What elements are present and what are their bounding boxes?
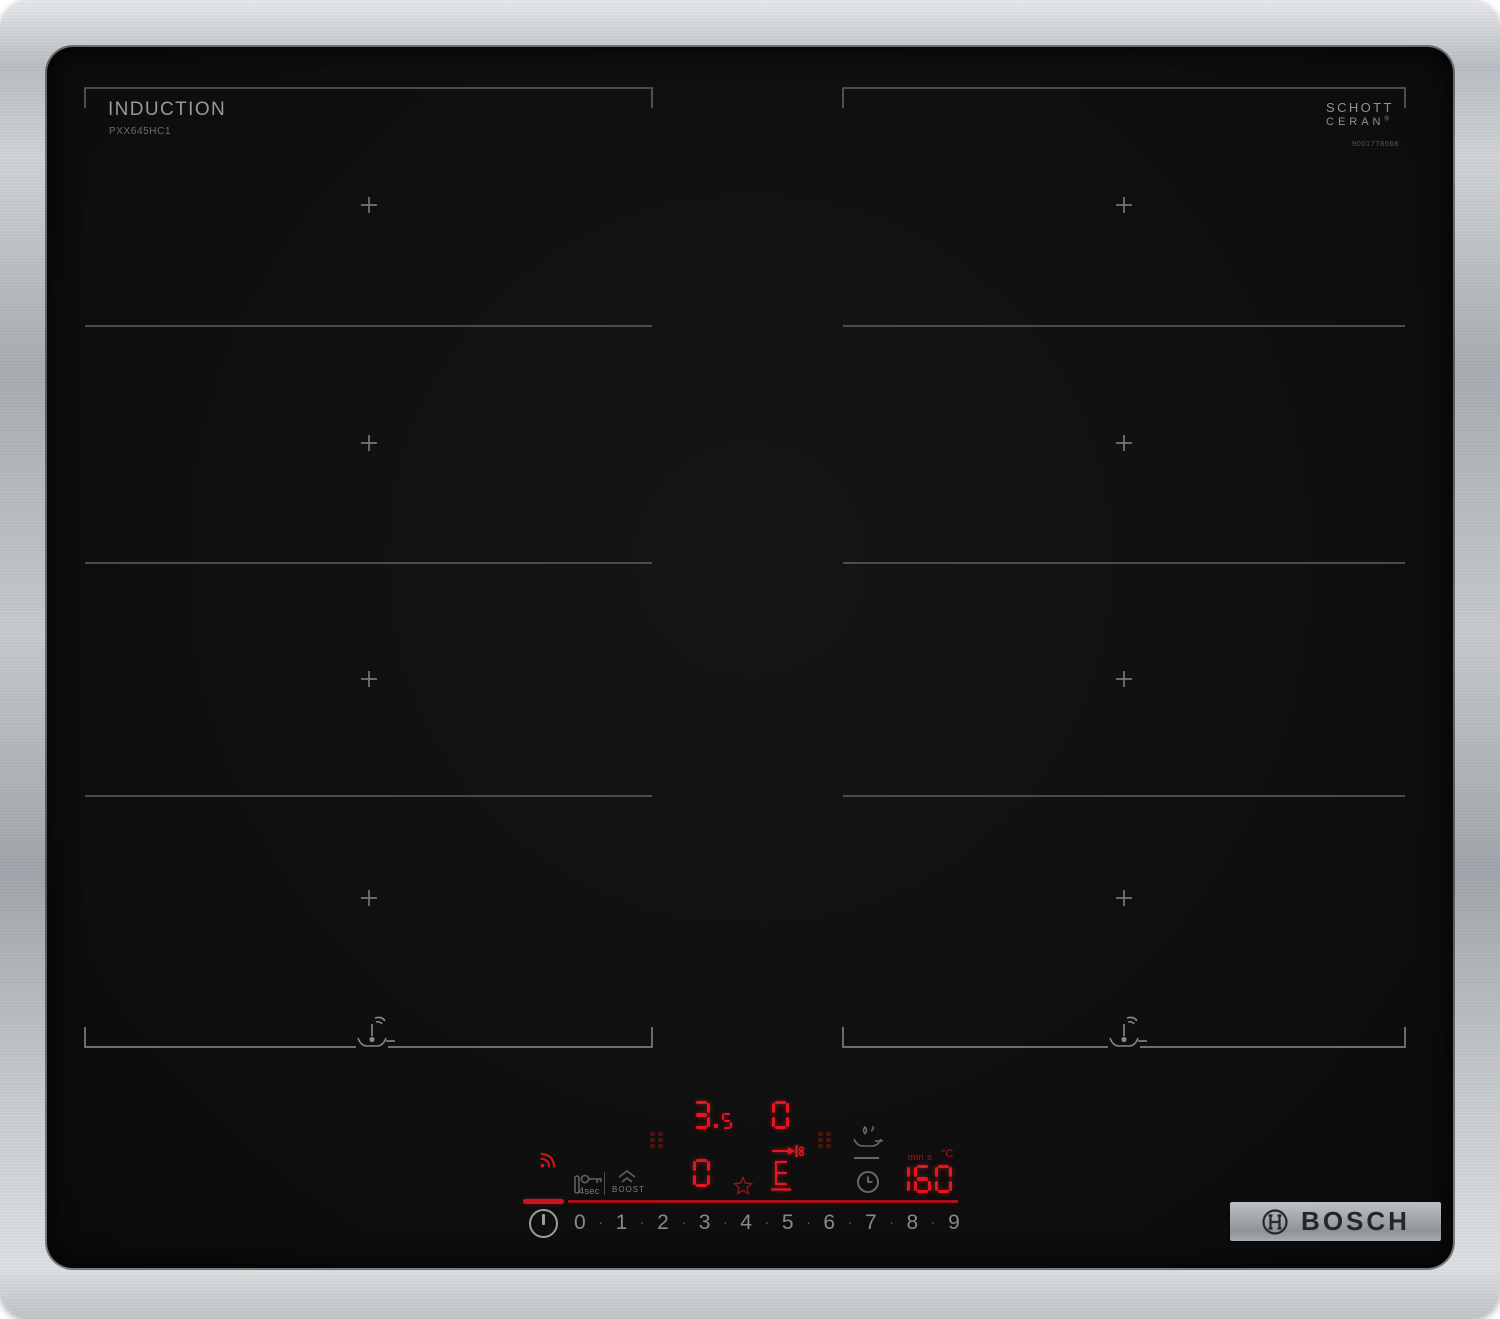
power-level-key-5[interactable]: 5	[782, 1211, 794, 1235]
zone-select-dots-icon-right[interactable]	[818, 1132, 832, 1148]
power-level-key-2[interactable]: 2	[657, 1211, 669, 1235]
schott-ceran-logo: SCHOTT CERAN®	[1326, 100, 1394, 129]
boost-label: BOOST	[612, 1185, 646, 1194]
power-level-key-8[interactable]: 8	[907, 1211, 919, 1235]
power-level-scale[interactable]: 0 · 1 · 2 · 3 · 4 · 5 · 6 · 7 · 8 · 9	[574, 1209, 960, 1236]
lock-duration-label: 4sec	[579, 1186, 600, 1196]
cooking-zone-right-mid-front	[843, 563, 1405, 796]
power-icon	[542, 1214, 545, 1225]
level-separator: ·	[722, 1214, 728, 1231]
cooking-zone-right-front	[843, 796, 1405, 1047]
bosch-anchor-icon	[1262, 1208, 1288, 1235]
schott-line: SCHOTT	[1326, 100, 1394, 115]
cooking-zone-left-front	[85, 796, 652, 1047]
sensor-line	[854, 1157, 879, 1159]
power-level-key-7[interactable]: 7	[865, 1211, 877, 1235]
serial-number: 9001778568	[1352, 139, 1399, 148]
level-separator: ·	[930, 1214, 936, 1231]
power-slider-track[interactable]	[568, 1200, 958, 1203]
level-separator: ·	[847, 1214, 853, 1231]
time-unit-label: min s	[908, 1152, 933, 1162]
power-level-key-0[interactable]: 0	[574, 1211, 586, 1235]
bosch-badge: BOSCH	[1230, 1202, 1441, 1241]
zone-select-dots-icon-left[interactable]	[650, 1132, 664, 1148]
ceran-line: CERAN®	[1326, 115, 1389, 128]
level-separator: ·	[598, 1214, 604, 1231]
power-level-key-3[interactable]: 3	[699, 1211, 711, 1235]
key-lock-icon[interactable]	[580, 1172, 604, 1187]
level-separator: ·	[889, 1214, 895, 1231]
cooking-zone-right-rear	[843, 88, 1405, 326]
level-separator: ·	[764, 1214, 770, 1231]
cooking-zone-left-mid-rear	[85, 326, 652, 563]
cooking-zone-right-mid-rear	[843, 326, 1405, 563]
temperature-unit-label: °C	[941, 1148, 954, 1160]
clock-icon[interactable]	[856, 1170, 880, 1194]
frying-sensor-icon[interactable]	[851, 1123, 885, 1151]
control-divider	[604, 1172, 605, 1195]
pause-icon[interactable]	[566, 1175, 580, 1194]
zone-level-display-top-left	[693, 1101, 732, 1129]
zone-level-display-top-right	[772, 1101, 789, 1129]
bosch-logo-text: BOSCH	[1301, 1206, 1410, 1236]
star-icon[interactable]	[733, 1176, 753, 1196]
cooking-zone-left-rear	[85, 88, 652, 326]
power-button[interactable]	[529, 1209, 558, 1238]
type-label: INDUCTION	[108, 99, 227, 120]
power-level-key-1[interactable]: 1	[616, 1211, 628, 1235]
induction-hob-product-photo: INDUCTION PXX645HC1 SCHOTT CERAN® 900177…	[0, 0, 1500, 1319]
zone-level-display-bottom-left	[693, 1159, 710, 1187]
level-separator: ·	[681, 1214, 687, 1231]
boost-chevron-icon[interactable]	[617, 1170, 637, 1184]
model-number: PXX645HC1	[109, 126, 172, 137]
cooking-zone-left-mid-front	[85, 563, 652, 796]
power-level-key-6[interactable]: 6	[823, 1211, 835, 1235]
level-separator: ·	[805, 1214, 811, 1231]
power-level-key-4[interactable]: 4	[740, 1211, 752, 1235]
level-separator: ·	[639, 1214, 645, 1231]
power-slider-active-bar	[523, 1199, 564, 1204]
timer-temperature-display	[893, 1164, 952, 1193]
power-level-key-9[interactable]: 9	[948, 1211, 960, 1235]
